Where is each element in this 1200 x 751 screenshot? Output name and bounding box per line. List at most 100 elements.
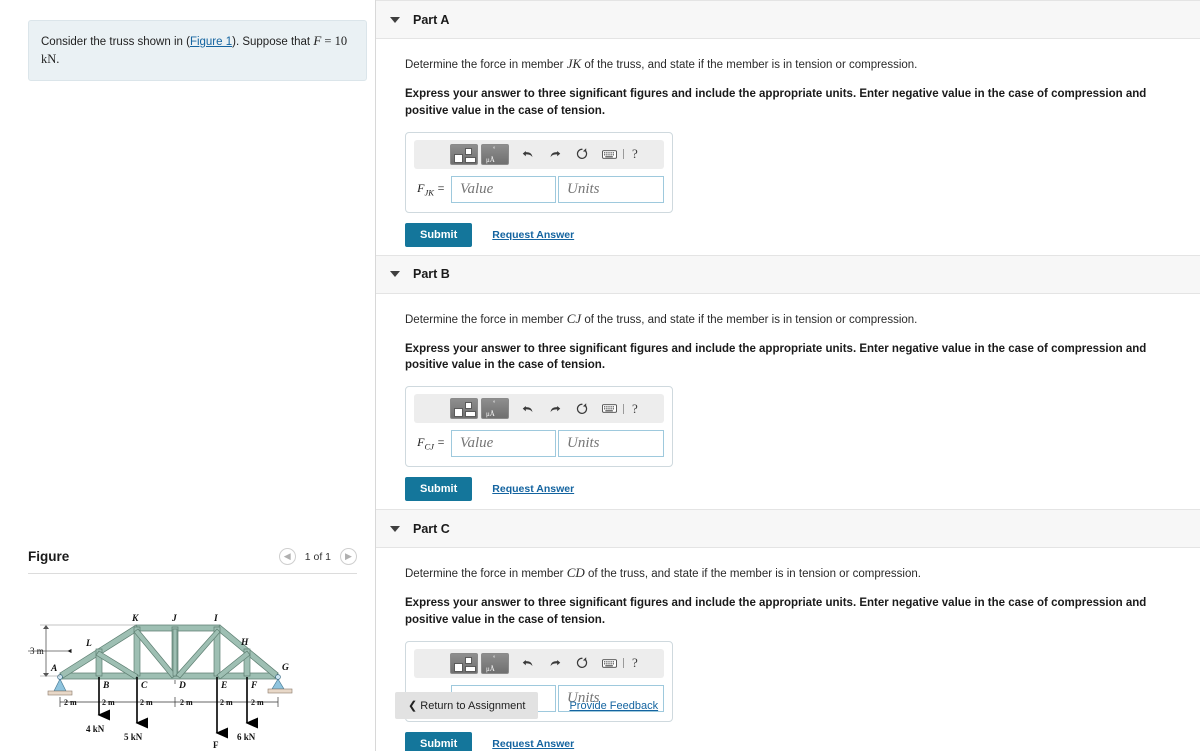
truss-figure[interactable]: 3 m A B C D E F G H I J K L 2 m 2 m 2 m …: [21, 585, 358, 750]
reset-icon[interactable]: [571, 652, 593, 674]
caret-down-icon[interactable]: [390, 271, 400, 278]
part-a-submit-button[interactable]: Submit: [405, 222, 473, 247]
keyboard-icon[interactable]: [598, 143, 620, 165]
dim-span-2: 2 m: [102, 698, 115, 707]
part-a-toolbar: μÅ ° ?: [414, 139, 664, 169]
part-section-a: Part A Determine the force in member JK …: [376, 0, 1200, 255]
undo-icon[interactable]: [517, 398, 539, 420]
part-c-header[interactable]: Part C: [376, 509, 1200, 549]
problem-text-after: ). Suppose that: [232, 36, 314, 48]
figure-counter: 1 of 1: [304, 550, 331, 563]
math-template-icon[interactable]: [450, 143, 478, 165]
left-pane: Consider the truss shown in (Figure 1). …: [0, 0, 376, 751]
load-label-E: F: [213, 740, 219, 750]
part-a-answer-card: μÅ ° ? FJK = Value Units: [405, 131, 673, 213]
return-to-assignment-button[interactable]: ❮ Return to Assignment: [395, 692, 539, 719]
toolbar-divider: [623, 658, 624, 669]
part-a-units-input[interactable]: [558, 175, 664, 203]
part-a-answer-row: FJK =: [414, 175, 664, 203]
part-c-request-answer-link[interactable]: Request Answer: [492, 738, 574, 750]
keyboard-icon[interactable]: [598, 652, 620, 674]
part-section-b: Part B Determine the force in member CJ …: [376, 254, 1200, 510]
part-b-request-answer-link[interactable]: Request Answer: [492, 483, 574, 495]
part-a-value-input[interactable]: [451, 175, 556, 203]
part-b-answer-card: μÅ ° ? FCJ = Value Units: [405, 386, 673, 468]
part-b-value-input[interactable]: [451, 430, 556, 458]
caret-down-icon[interactable]: [390, 16, 400, 23]
part-c-body: Determine the force in member CD of the …: [376, 548, 1200, 751]
part-a-submit-row: Submit Request Answer: [405, 222, 1176, 247]
part-c-title: Part C: [413, 521, 450, 536]
node-label-B: B: [102, 681, 109, 691]
footer-bar: ❮ Return to Assignment Provide Feedback: [376, 692, 1200, 719]
member-label-a: JK: [566, 56, 582, 71]
part-c-toolbar: μÅ ° ?: [414, 648, 664, 678]
question-post-a: of the truss, and state if the member is…: [581, 59, 918, 71]
part-b-title: Part B: [413, 267, 450, 282]
part-c-question: Determine the force in member CD of the …: [405, 564, 1176, 582]
node-label-J: J: [171, 614, 177, 624]
part-a-question: Determine the force in member JK of the …: [405, 55, 1176, 73]
redo-icon[interactable]: [544, 652, 566, 674]
truss-diagram-svg: 3 m A B C D E F G H I J K L 2 m 2 m 2 m …: [21, 614, 293, 750]
member-label-c: CD: [566, 565, 585, 581]
part-a-answer-label: FJK =: [417, 180, 445, 198]
load-label-C: 5 kN: [124, 732, 143, 742]
undo-icon[interactable]: [517, 143, 539, 165]
figure-panel-header: Figure ◀ 1 of 1 ▶: [28, 540, 357, 574]
help-icon[interactable]: ?: [632, 401, 638, 417]
provide-feedback-link[interactable]: Provide Feedback: [569, 700, 658, 712]
problem-statement: Consider the truss shown in (Figure 1). …: [28, 20, 367, 82]
reset-icon[interactable]: [571, 143, 593, 165]
chevron-left-icon[interactable]: ◀: [278, 548, 296, 565]
node-label-D: D: [178, 681, 186, 691]
dim-span-6: 2 m: [251, 698, 264, 707]
undo-icon[interactable]: [517, 652, 539, 674]
part-b-submit-row: Submit Request Answer: [405, 477, 1176, 502]
dim-span-1: 2 m: [64, 698, 77, 707]
part-c-submit-row: Submit Request Answer: [405, 731, 1176, 751]
math-template-icon[interactable]: [450, 398, 478, 420]
math-units-icon[interactable]: μÅ °: [481, 143, 509, 165]
math-units-icon[interactable]: μÅ °: [481, 652, 509, 674]
node-label-G: G: [282, 663, 289, 673]
help-icon[interactable]: ?: [632, 655, 638, 671]
redo-icon[interactable]: [544, 398, 566, 420]
keyboard-icon[interactable]: [598, 398, 620, 420]
part-b-answer-label: FCJ =: [417, 435, 445, 452]
math-units-icon[interactable]: μÅ °: [481, 398, 509, 420]
right-pane: Part A Determine the force in member JK …: [376, 0, 1200, 751]
question-pre-c: Determine the force in member: [405, 568, 567, 581]
part-c-submit-button[interactable]: Submit: [405, 731, 473, 751]
node-label-E: E: [220, 681, 227, 691]
node-label-F: F: [250, 681, 258, 691]
redo-icon[interactable]: [544, 143, 566, 165]
part-b-units-input[interactable]: [558, 430, 664, 458]
part-a-body: Determine the force in member JK of the …: [376, 39, 1200, 255]
part-a-header[interactable]: Part A: [376, 0, 1200, 39]
part-b-toolbar: μÅ ° ?: [414, 394, 664, 424]
node-label-H: H: [240, 638, 249, 648]
figure-nav: ◀ 1 of 1 ▶: [278, 548, 357, 565]
node-label-A: A: [50, 664, 57, 674]
question-post-b: of the truss, and state if the member is…: [581, 313, 918, 326]
figure-1-link[interactable]: Figure 1: [190, 36, 232, 48]
toolbar-divider: [623, 403, 624, 414]
part-b-body: Determine the force in member CJ of the …: [376, 294, 1200, 510]
member-label-b: CJ: [566, 310, 582, 326]
figure-title: Figure: [28, 549, 70, 564]
part-b-question: Determine the force in member CJ of the …: [405, 310, 1176, 328]
part-a-request-answer-link[interactable]: Request Answer: [492, 229, 574, 241]
node-label-K: K: [131, 614, 139, 624]
part-b-header[interactable]: Part B: [376, 254, 1200, 294]
reset-icon[interactable]: [571, 398, 593, 420]
part-a-instructions: Express your answer to three significant…: [405, 88, 1147, 117]
part-b-submit-button[interactable]: Submit: [405, 477, 473, 502]
dim-span-5: 2 m: [220, 698, 233, 707]
caret-down-icon[interactable]: [390, 525, 400, 532]
help-icon[interactable]: ?: [632, 146, 638, 162]
part-b-instructions: Express your answer to three significant…: [405, 342, 1147, 372]
chevron-right-icon[interactable]: ▶: [340, 548, 357, 565]
math-template-icon[interactable]: [450, 652, 478, 674]
load-label-F: 6 kN: [237, 732, 256, 742]
